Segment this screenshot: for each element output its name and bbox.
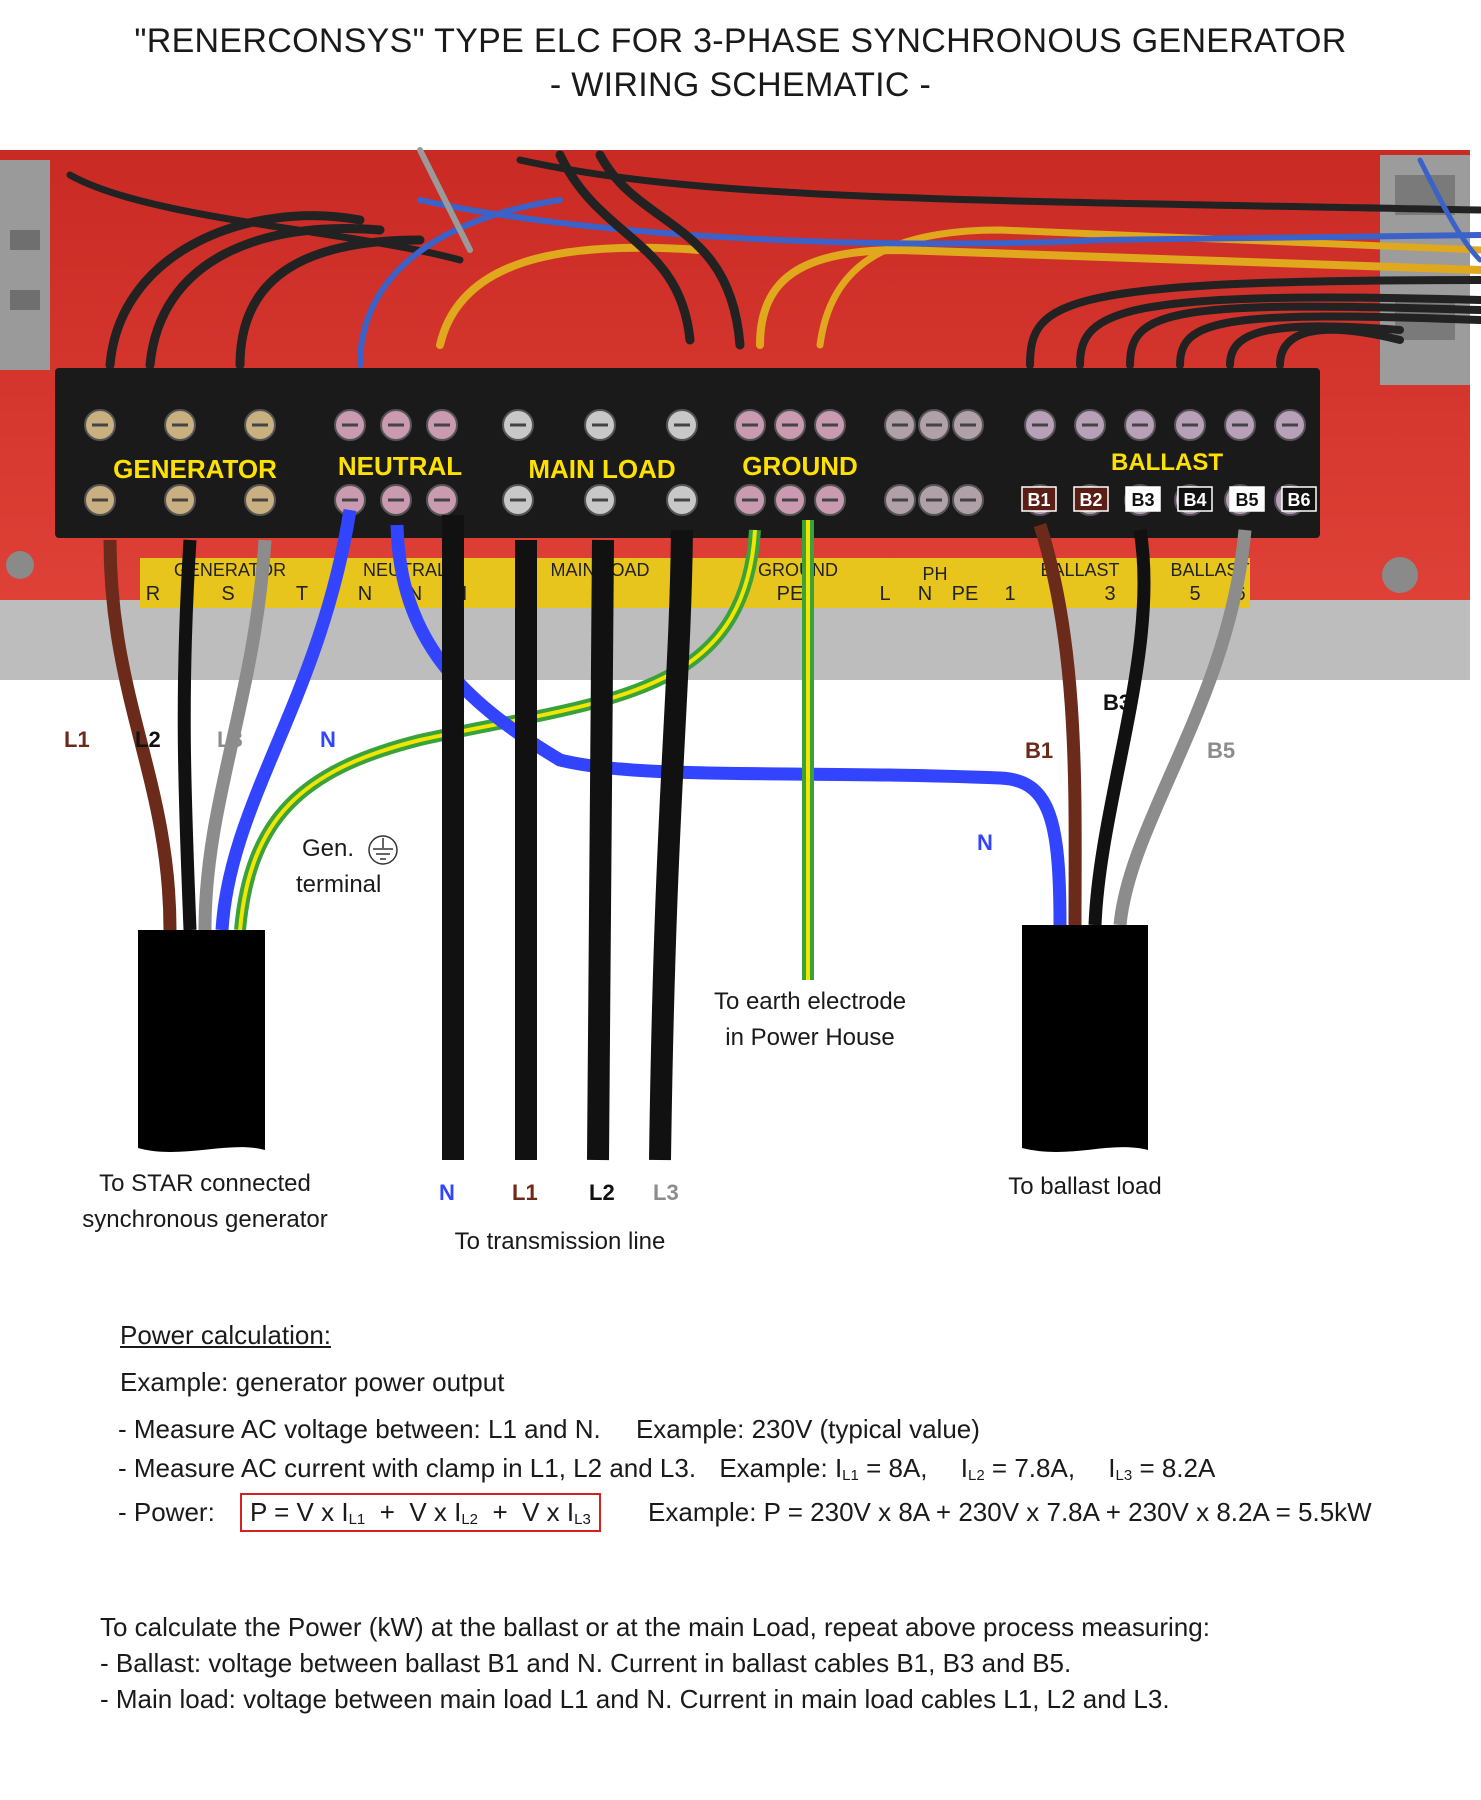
- calc-power-line: - Power: P = V x IL1 + V x IL2 + V x IL3…: [118, 1493, 1372, 1532]
- section-label-generator: GENERATOR: [113, 454, 277, 484]
- ballast-tag-label: B4: [1183, 490, 1206, 510]
- current-il1: IL1 = 8A,: [834, 1453, 928, 1484]
- rail-label: PE: [777, 583, 804, 605]
- gen-terminal-label-line1: Gen.: [302, 835, 355, 862]
- generator-destination-line2: synchronous generator: [82, 1206, 328, 1233]
- rail-label: T: [296, 583, 308, 605]
- rail-label: 3: [1104, 583, 1115, 605]
- calc-voltage-line: - Measure AC voltage between: L1 and N. …: [118, 1414, 980, 1445]
- repeat-intro: To calculate the Power (kW) at the balla…: [100, 1612, 1210, 1642]
- label-n-ballast: N: [977, 830, 993, 855]
- generator-cable-jacket: [138, 930, 265, 1152]
- label-b5: B5: [1207, 738, 1236, 763]
- section-label-main-load: MAIN LOAD: [528, 454, 675, 484]
- wiring-diagram: GENERATOR NEUTRAL MAIN LOAD GROUND BALLA…: [0, 147, 1481, 1161]
- ballast-destination: To ballast load: [1008, 1173, 1162, 1200]
- rail-label: PE: [952, 583, 979, 605]
- power-formula-box: P = V x IL1 + V x IL2 + V x IL3: [240, 1493, 601, 1532]
- rail-label: PH: [922, 564, 947, 584]
- power-example: Example: P = 230V x 8A + 230V x 7.8A + 2…: [648, 1497, 1372, 1527]
- label-l2-transmission: L2: [589, 1180, 615, 1205]
- section-label-ground: GROUND: [742, 451, 858, 481]
- current-il3: IL3 = 8.2A: [1108, 1453, 1216, 1484]
- ballast-tag-label: B1: [1027, 490, 1050, 510]
- ballast-calc-line: - Ballast: voltage between ballast B1 an…: [100, 1648, 1072, 1678]
- rail-label: 1: [1004, 583, 1015, 605]
- rail-label: N: [918, 583, 932, 605]
- current-il2: IL2 = 7.8A,: [960, 1453, 1076, 1484]
- rail-label: 5: [1189, 583, 1200, 605]
- current-instruction: - Measure AC current with clamp in L1, L…: [118, 1453, 697, 1483]
- label-l2-generator: L2: [135, 727, 161, 752]
- calc-example-intro: Example: generator power output: [120, 1367, 505, 1397]
- rail-label-strip: GENERATORR S TNEUTRALN N NMAIN LOAD GROUNDPEP…: [140, 558, 1250, 608]
- current-example-prefix: Example:: [719, 1453, 828, 1483]
- ballast-tag-label: B2: [1079, 490, 1102, 510]
- section-label-ballast: BALLAST: [1111, 449, 1223, 476]
- voltage-example: Example: 230V (typical value): [635, 1414, 980, 1444]
- label-l1-transmission: L1: [512, 1180, 538, 1205]
- voltage-instruction: - Measure AC voltage between: L1 and N.: [118, 1414, 601, 1444]
- ballast-tag-label: B3: [1131, 490, 1154, 510]
- rail-label: S: [221, 583, 234, 605]
- wire-transmission-l2: [587, 539, 614, 1161]
- ground-symbol-icon: [368, 835, 398, 865]
- generator-destination-line1: To STAR connected: [99, 1170, 311, 1197]
- transmission-destination: To transmission line: [454, 1228, 666, 1255]
- ballast-tag-label: B6: [1287, 490, 1310, 510]
- ballast-tag-label: B5: [1235, 490, 1258, 510]
- calc-heading: Power calculation:: [120, 1320, 331, 1350]
- rail-label: GROUND: [758, 560, 838, 580]
- label-l3-transmission: L3: [653, 1180, 679, 1205]
- earth-electrode-label-line2: in Power House: [725, 1024, 895, 1051]
- label-b1: B1: [1025, 738, 1054, 763]
- calc-current-line: - Measure AC current with clamp in L1, L…: [118, 1453, 1215, 1484]
- label-n-generator: N: [320, 727, 336, 752]
- rail-label: L: [879, 583, 890, 605]
- rail-label: N: [358, 583, 372, 605]
- gen-terminal-label-line2: terminal: [296, 871, 382, 898]
- label-b3: B3: [1103, 690, 1132, 715]
- label-n-transmission: N: [439, 1180, 455, 1205]
- label-l3-generator: L3: [217, 727, 243, 752]
- panel-bolt: [1382, 557, 1418, 593]
- wire-l2-black: [177, 539, 197, 931]
- power-label: - Power:: [118, 1497, 215, 1527]
- left-mounting-rail: [0, 160, 50, 370]
- earth-electrode-label-line1: To earth electrode: [713, 988, 907, 1015]
- label-l1-generator: L1: [64, 727, 90, 752]
- ballast-cable-jacket: [1022, 925, 1148, 1152]
- mainload-calc-line: - Main load: voltage between main load L…: [100, 1684, 1170, 1714]
- rail-label: R: [146, 583, 160, 605]
- section-label-neutral: NEUTRAL: [338, 451, 462, 481]
